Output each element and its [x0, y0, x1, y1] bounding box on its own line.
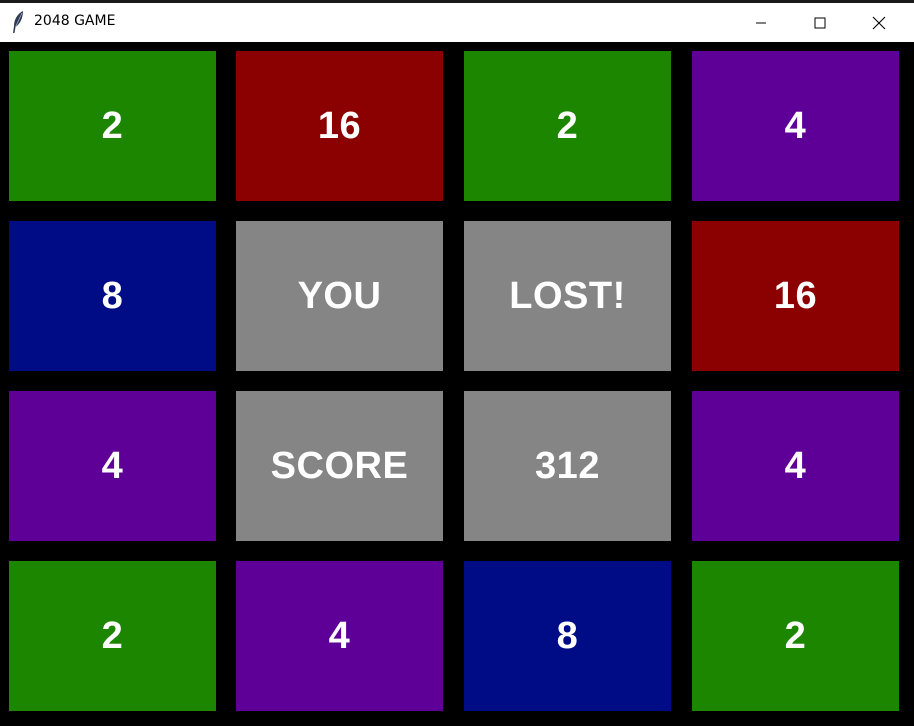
game-board[interactable]: 2 16 2 4 8 YOU LOST! 16 4 SCORE 312 4 2 …	[0, 42, 914, 726]
game-over-message-you: YOU	[236, 221, 443, 371]
minimize-icon	[756, 22, 766, 23]
tile-2: 2	[692, 561, 899, 711]
feather-icon	[13, 11, 23, 33]
tile-2: 2	[9, 561, 216, 711]
score-label: SCORE	[236, 391, 443, 541]
close-icon	[872, 16, 886, 29]
maximize-icon	[814, 17, 826, 28]
maximize-button[interactable]	[797, 3, 843, 42]
tile-8: 8	[9, 221, 216, 371]
title-bar[interactable]: 2048 GAME	[0, 0, 914, 42]
tile-16: 16	[236, 51, 443, 201]
tile-4: 4	[236, 561, 443, 711]
tile-16: 16	[692, 221, 899, 371]
tile-4: 4	[9, 391, 216, 541]
tile-2: 2	[9, 51, 216, 201]
window-title: 2048 GAME	[34, 13, 116, 29]
minimize-button[interactable]	[738, 3, 784, 42]
game-over-message-lost: LOST!	[464, 221, 671, 371]
score-value: 312	[464, 391, 671, 541]
tile-4: 4	[692, 391, 899, 541]
game-window: 2048 GAME 2 16 2 4 8 YOU LOST! 16 4 SCOR…	[0, 0, 914, 726]
close-button[interactable]	[856, 3, 902, 42]
tile-8: 8	[464, 561, 671, 711]
tile-2: 2	[464, 51, 671, 201]
tile-4: 4	[692, 51, 899, 201]
